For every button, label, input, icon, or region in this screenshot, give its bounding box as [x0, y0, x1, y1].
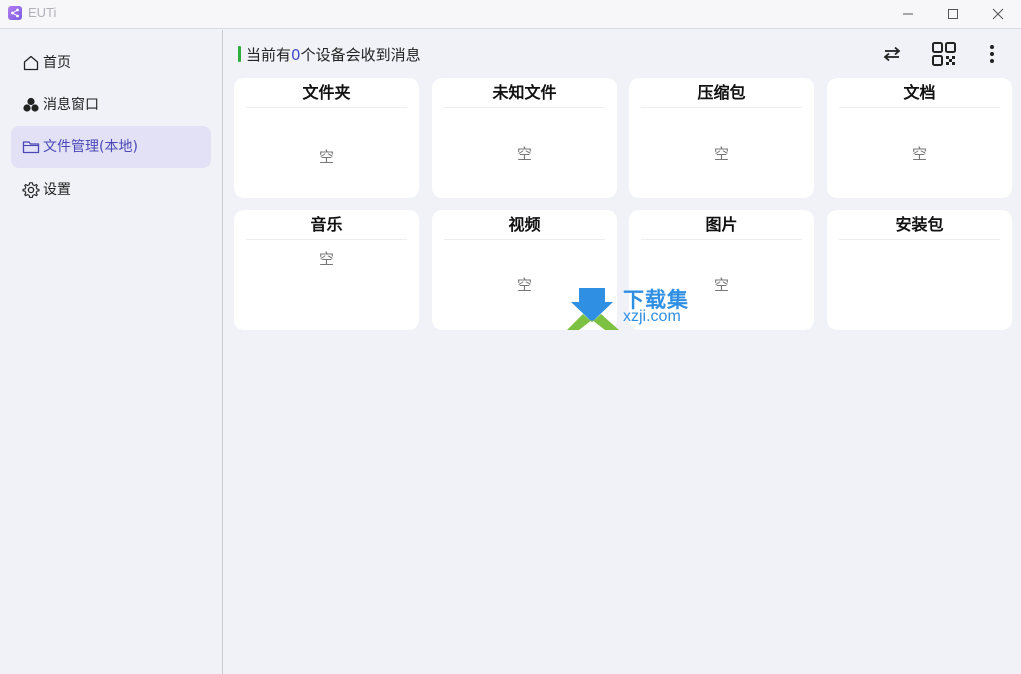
- watermark-line2: xzji.com: [623, 308, 681, 325]
- category-card-unknown[interactable]: 未知文件 空: [432, 78, 617, 198]
- gear-icon: [22, 182, 40, 198]
- watermark-logo-icon: [567, 288, 619, 330]
- card-empty-text: 空: [713, 145, 729, 163]
- watermark: 下载集 xzji.com: [565, 284, 705, 332]
- clover-icon: [23, 97, 39, 112]
- maximize-icon: [948, 9, 958, 19]
- swap-button[interactable]: [878, 40, 906, 68]
- sidebar-item-settings[interactable]: 设置: [11, 169, 211, 211]
- sidebar-item-label: 设置: [43, 182, 71, 198]
- device-status-text: 当前有0个设备会收到消息: [246, 45, 421, 65]
- device-count: 0: [291, 46, 301, 64]
- sidebar-item-home[interactable]: 首页: [11, 42, 211, 84]
- close-button[interactable]: [975, 0, 1021, 28]
- sidebar-item-label: 首页: [43, 55, 71, 71]
- qr-code-icon: [932, 42, 956, 66]
- card-title: 未知文件: [444, 82, 605, 108]
- sidebar-item-messages[interactable]: 消息窗口: [11, 84, 211, 126]
- status-suffix: 个设备会收到消息: [300, 46, 421, 64]
- qr-code-button[interactable]: [930, 40, 958, 68]
- card-title: 压缩包: [641, 82, 802, 108]
- category-card-folder[interactable]: 文件夹 空: [234, 78, 419, 198]
- minimize-button[interactable]: [885, 0, 931, 28]
- folder-icon: [22, 141, 40, 154]
- sidebar: 首页 消息窗口 文件管理(本地) 设置: [0, 30, 223, 674]
- card-title: 音乐: [246, 214, 407, 240]
- close-icon: [992, 8, 1004, 20]
- more-vertical-icon: [990, 45, 994, 63]
- maximize-button[interactable]: [930, 0, 976, 28]
- sidebar-item-file-manager[interactable]: 文件管理(本地): [11, 126, 211, 168]
- sidebar-item-label: 文件管理(本地): [43, 139, 138, 155]
- card-empty-text: 空: [911, 145, 927, 163]
- category-card-archive[interactable]: 压缩包 空: [629, 78, 814, 198]
- card-empty-text: 空: [516, 145, 532, 163]
- category-card-document[interactable]: 文档 空: [827, 78, 1012, 198]
- card-empty-text: 空: [318, 148, 334, 166]
- title-bar: EUTi: [0, 0, 1021, 29]
- more-button[interactable]: [978, 40, 1006, 68]
- window-title: EUTi: [28, 5, 57, 20]
- card-title: 文档: [839, 82, 1000, 108]
- minimize-icon: [903, 13, 913, 15]
- category-card-music[interactable]: 音乐 空: [234, 210, 419, 330]
- status-prefix: 当前有: [246, 46, 292, 64]
- card-title: 文件夹: [246, 82, 407, 108]
- swap-arrows-icon: [883, 46, 901, 62]
- category-card-installer[interactable]: 安装包: [827, 210, 1012, 330]
- home-icon: [23, 55, 39, 71]
- card-empty-text: 空: [318, 250, 334, 268]
- card-title: 安装包: [839, 214, 1000, 240]
- sidebar-item-label: 消息窗口: [43, 97, 99, 113]
- card-title: 图片: [641, 214, 802, 240]
- app-share-icon: [8, 6, 22, 20]
- card-title: 视频: [444, 214, 605, 240]
- status-accent-bar: [238, 46, 241, 62]
